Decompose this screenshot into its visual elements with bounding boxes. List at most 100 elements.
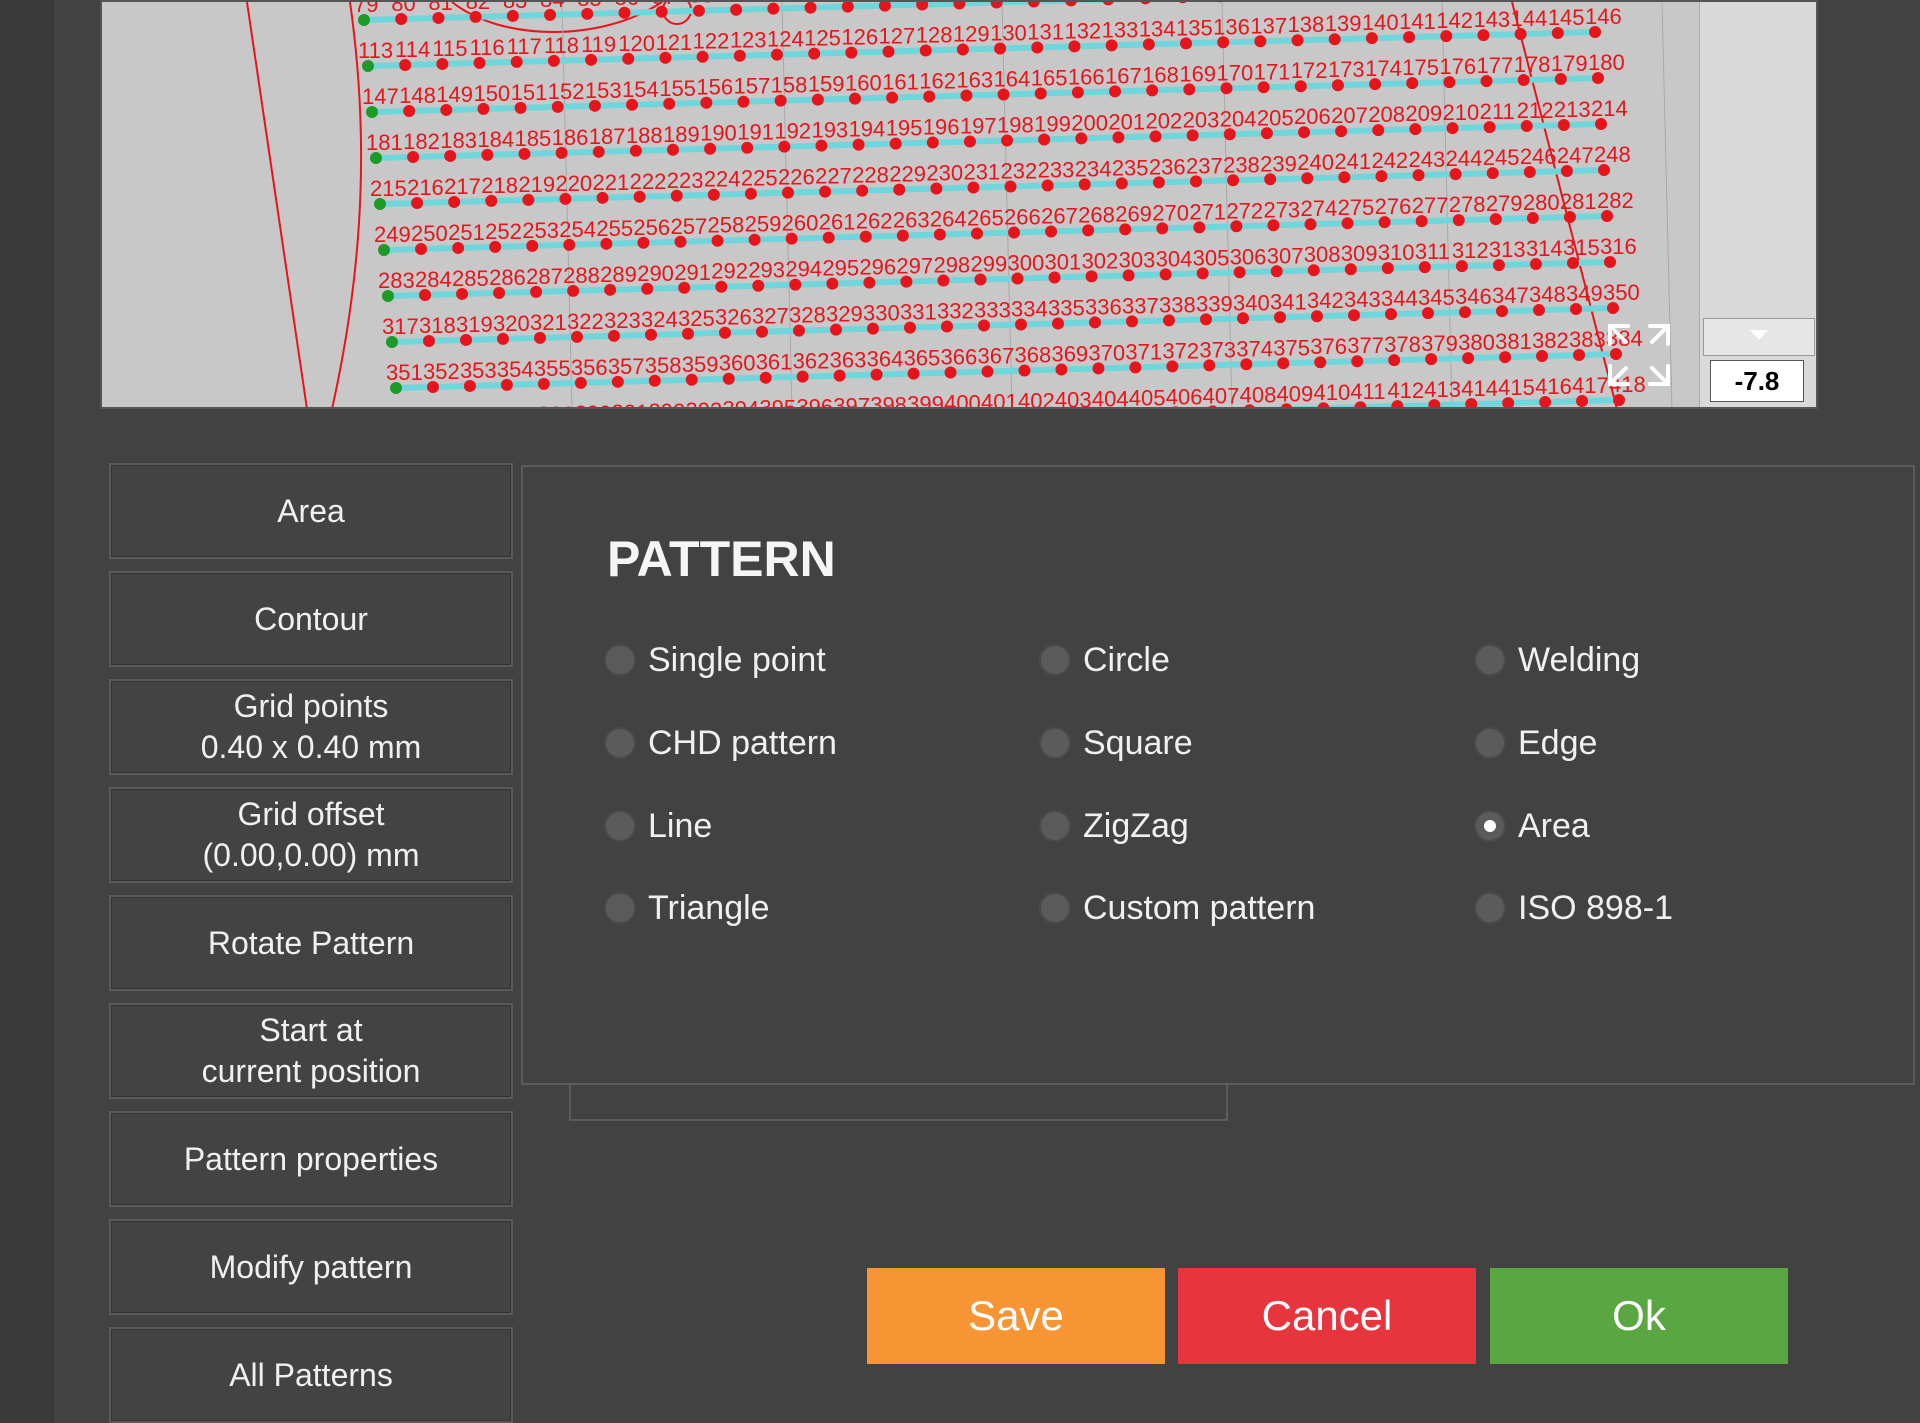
radio-square[interactable]: Square xyxy=(1039,718,1193,768)
point-number: 151 xyxy=(511,80,548,105)
point-number: 199 xyxy=(1034,111,1071,136)
point-number: 350 xyxy=(1603,280,1640,305)
point-number: 89 xyxy=(726,2,750,7)
point-number: 279 xyxy=(1486,191,1523,216)
ok-button[interactable]: Ok xyxy=(1490,1268,1788,1364)
point-number: 404 xyxy=(1092,386,1129,409)
point-number: 195 xyxy=(886,116,923,141)
point-number: 232 xyxy=(1001,158,1038,183)
point-number: 184 xyxy=(477,127,514,152)
point-number: 224 xyxy=(704,167,741,192)
point-number: 356 xyxy=(571,355,608,380)
radio-area[interactable]: Area xyxy=(1474,801,1590,851)
point-number: 185 xyxy=(514,126,551,151)
menu-grid-points-button[interactable]: Grid points 0.40 x 0.40 mm xyxy=(109,679,513,775)
point-number: 377 xyxy=(1347,333,1384,358)
menu-modify-pattern-button[interactable]: Modify pattern xyxy=(109,1219,513,1315)
point-number: 391 xyxy=(612,400,649,409)
radio-dot-checked xyxy=(1474,810,1506,842)
point-number: 202 xyxy=(1146,108,1183,133)
radio-zigzag[interactable]: ZigZag xyxy=(1039,801,1189,851)
cancel-button[interactable]: Cancel xyxy=(1178,1268,1476,1364)
radio-welding[interactable]: Welding xyxy=(1474,635,1640,685)
point-number: 240 xyxy=(1297,150,1334,175)
point-number: 252 xyxy=(485,219,522,244)
radio-label: Circle xyxy=(1083,640,1170,679)
point-number: 416 xyxy=(1535,374,1572,399)
point-number: 301 xyxy=(1045,249,1082,274)
point-number: 277 xyxy=(1412,193,1449,218)
menu-area-button[interactable]: Area xyxy=(109,463,513,559)
menu-grid-offset-button[interactable]: Grid offset (0.00,0.00) mm xyxy=(109,787,513,883)
point-number: 274 xyxy=(1301,196,1338,221)
point-number: 142 xyxy=(1436,8,1473,33)
radio-chd-pattern[interactable]: CHD pattern xyxy=(604,718,837,768)
z-dropdown-button[interactable] xyxy=(1703,318,1815,356)
point-number: 163 xyxy=(956,68,993,93)
point-number: 314 xyxy=(1526,236,1563,261)
point-number: 83 xyxy=(503,2,527,13)
menu-all-patterns-button[interactable]: All Patterns xyxy=(109,1327,513,1423)
save-button[interactable]: Save xyxy=(867,1268,1165,1364)
point-number: 304 xyxy=(1156,246,1193,271)
menu-pattern-properties-button[interactable]: Pattern properties xyxy=(109,1111,513,1207)
point-number: 280 xyxy=(1523,190,1560,215)
point-number: 284 xyxy=(415,267,452,292)
point-number: 230 xyxy=(926,161,963,186)
point-number: 234 xyxy=(1075,156,1112,181)
point-number: 400 xyxy=(944,391,981,409)
menu-start-current-position-button[interactable]: Start at current position xyxy=(109,1003,513,1099)
pattern-preview-canvas[interactable]: 7980818283848586878889909192939495969798… xyxy=(100,0,1818,409)
point-number: 406 xyxy=(1166,384,1203,409)
point-number: 266 xyxy=(1004,204,1041,229)
menu-contour-button[interactable]: Contour xyxy=(109,571,513,667)
radio-label: Square xyxy=(1083,723,1193,762)
radio-line[interactable]: Line xyxy=(604,801,712,851)
radio-label: Welding xyxy=(1518,640,1641,679)
radio-edge[interactable]: Edge xyxy=(1474,718,1597,768)
point-number: 146 xyxy=(1585,4,1622,29)
point-number: 359 xyxy=(682,352,719,377)
point-number: 332 xyxy=(937,299,974,324)
point-number: 261 xyxy=(819,210,856,235)
radio-single-point[interactable]: Single point xyxy=(604,635,826,685)
point-number: 162 xyxy=(919,69,956,94)
fullscreen-icon[interactable] xyxy=(1602,318,1676,392)
radio-iso-898-1[interactable]: ISO 898-1 xyxy=(1474,883,1673,933)
point-number: 349 xyxy=(1566,281,1603,306)
point-number: 278 xyxy=(1449,192,1486,217)
radio-circle[interactable]: Circle xyxy=(1039,635,1170,685)
point-number: 90 xyxy=(763,2,787,6)
point-number: 132 xyxy=(1064,18,1101,43)
point-number: 217 xyxy=(444,174,481,199)
point-number: 203 xyxy=(1183,107,1220,132)
point-number: 320 xyxy=(493,311,530,336)
point-number: 388 xyxy=(501,403,538,409)
point-number: 282 xyxy=(1597,188,1634,213)
z-value-field[interactable]: -7.8 xyxy=(1710,360,1804,402)
menu-rotate-pattern-button[interactable]: Rotate Pattern xyxy=(109,895,513,991)
point-number: 303 xyxy=(1119,247,1156,272)
point-number: 318 xyxy=(419,313,456,338)
point-number: 358 xyxy=(645,353,682,378)
point-number: 322 xyxy=(567,309,604,334)
point-number: 296 xyxy=(859,255,896,280)
point-number: 223 xyxy=(667,168,704,193)
point-number: 156 xyxy=(696,75,733,100)
radio-label: Edge xyxy=(1518,723,1598,762)
point-number: 338 xyxy=(1159,292,1196,317)
radio-triangle[interactable]: Triangle xyxy=(604,883,770,933)
point-number: 158 xyxy=(771,73,808,98)
point-number: 295 xyxy=(822,256,859,281)
point-number: 243 xyxy=(1409,147,1446,172)
point-number: 226 xyxy=(778,165,815,190)
point-number: 149 xyxy=(436,82,473,107)
radio-custom-pattern[interactable]: Custom pattern xyxy=(1039,883,1315,933)
point-number: 121 xyxy=(655,30,692,55)
point-number: 130 xyxy=(990,20,1027,45)
point-number: 127 xyxy=(879,24,916,49)
point-number: 231 xyxy=(963,160,1000,185)
point-number: 369 xyxy=(1051,341,1088,366)
point-number: 262 xyxy=(856,209,893,234)
point-number: 188 xyxy=(626,123,663,148)
